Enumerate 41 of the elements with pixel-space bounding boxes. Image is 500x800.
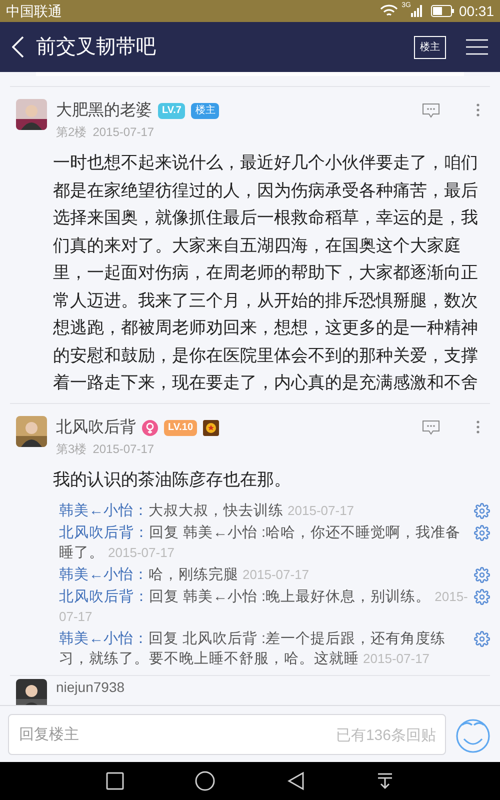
forum-title: 前交叉韧带吧 [36,35,156,60]
reply-text: 韩美←小怡：哈，刚练完腿 2015-07-17 [59,566,310,585]
home-icon[interactable] [195,771,216,791]
post-body: 一时也想不起来说什么，最近好几个小伙伴要走了，咱们都是在家绝望彷徨过的人，因为伤病承受各种痛苦，最后选择来国奥，就像抓住最后一根救命稻草，幸运的是，我们真的来对了。大家来自五湖四海，在国奥这个大家庭里，一起面对伤病，在周老师的帮助下，大家都逐渐向正常人迈进。我来了三个月，从开始的排斥恐惧掰腿，数次想逃跑，都被周老师劝回来，想想，这更多的是一种精神的安慰和鼓励，是你在医院里体会不到的那种关爱，支撑着一路走下来，现在要走了，内心真的是充满感激和不舍 [53,152,479,394]
settings-icon[interactable] [474,589,490,605]
floor-label: 第3楼 [56,440,87,458]
settings-icon[interactable] [474,525,490,541]
username[interactable]: niejun7938 [56,679,125,695]
clock-label: 00:31 [458,2,494,20]
menu-icon[interactable] [466,39,488,55]
reply-text: 北风吹后背：回复 韩美←小怡 :晚上最好休息，别训练。 2015-07-17 [59,588,469,626]
username[interactable]: 大肥黑的老婆 [56,99,152,123]
settings-icon[interactable] [474,503,490,519]
owner-badge: 楼主 [191,103,220,119]
reply-count: 已有136条回贴 [336,726,436,746]
medal-icon [203,420,220,436]
back-icon[interactable] [286,771,305,791]
battery-icon [430,5,455,17]
username[interactable]: 北风吹后背 [56,416,136,440]
comment-icon[interactable] [422,420,440,436]
more-icon[interactable] [476,420,480,434]
more-icon[interactable] [476,103,480,117]
reply-text: 韩美←小怡：大叔大叔，快去训练 2015-07-17 [59,502,356,521]
level-badge: LV.10 [164,420,198,436]
recents-icon[interactable] [106,772,124,790]
wifi-icon [380,4,398,18]
post-date: 2015-07-17 [92,440,154,458]
floor-label: 第2楼 [56,124,87,141]
reply-text: 北风吹后背：回复 韩美←小怡 :哈哈，你还不睡觉啊，我准备睡了。 2015-07-17 [59,524,462,563]
owner-only-button[interactable]: 楼主 [414,36,446,58]
notification-icon[interactable] [376,772,394,790]
settings-icon[interactable] [474,631,490,647]
carrier-label: 中国联通 [6,2,62,20]
reply-text: 韩美←小怡：回复 北风吹后背 :差一个提后跟，还有角度练习，就练了。要不晚上睡不舒服，哈。这就睡 2015-07-17 [59,630,447,669]
post-date: 2015-07-17 [92,124,154,141]
post-body: 我的认识的茶油陈彦存也在那。 [53,468,292,490]
level-badge: LV.7 [158,103,186,119]
female-icon [142,420,158,436]
comment-icon[interactable] [422,103,440,119]
signal-icon [410,5,423,17]
settings-icon[interactable] [474,567,490,583]
